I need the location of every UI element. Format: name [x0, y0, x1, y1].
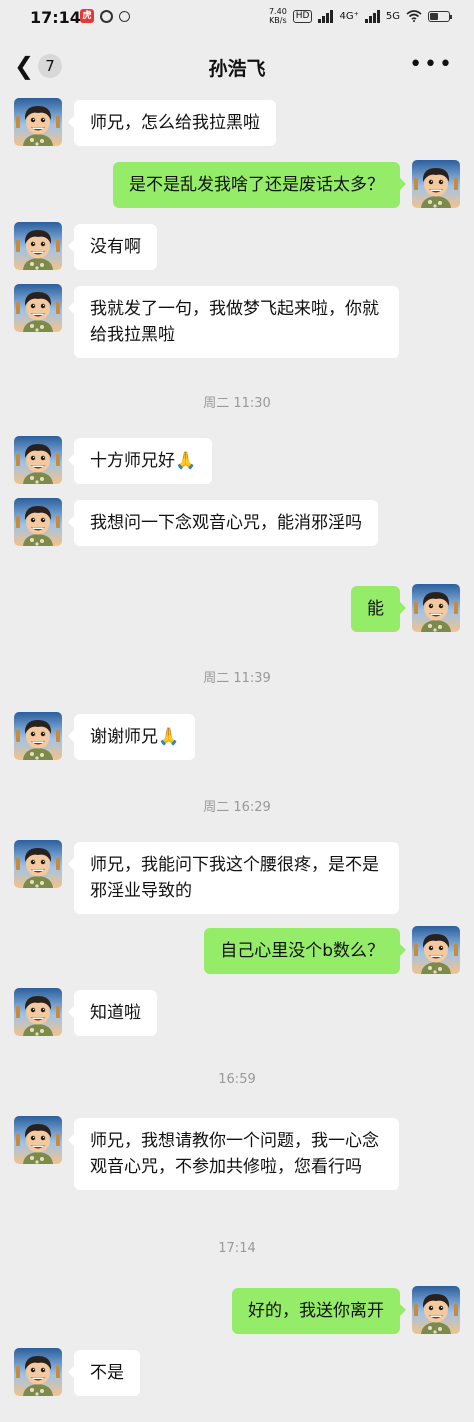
- avatar[interactable]: [14, 498, 62, 546]
- network-speed: 7.40 KB/s: [269, 7, 287, 25]
- message-bubble[interactable]: 师兄，我想请教你一个问题，我一心念观音心咒，不参加共修啦，您看行吗: [68, 1118, 399, 1190]
- avatar[interactable]: [412, 160, 460, 208]
- timestamp: 16:59: [218, 1072, 256, 1087]
- message-bubble[interactable]: 我想问一下念观音心咒，能消邪淫吗: [68, 500, 378, 546]
- battery-level: [430, 12, 438, 20]
- avatar[interactable]: [14, 988, 62, 1036]
- avatar[interactable]: [412, 584, 460, 632]
- network-speed-value: 7.40: [268, 7, 287, 16]
- message-bubble[interactable]: 师兄，我能问下我这个腰很疼，是不是邪淫业导致的: [68, 842, 399, 914]
- status-notification-icons: 虎: [80, 9, 130, 23]
- message-bubble[interactable]: 知道啦: [68, 990, 157, 1036]
- status-time: 17:14: [30, 8, 81, 27]
- signal-icon: [318, 9, 334, 23]
- message-bubble[interactable]: 没有啊: [68, 224, 157, 270]
- message-bubble[interactable]: 师兄，怎么给我拉黑啦: [68, 100, 276, 146]
- message-bubble[interactable]: 能: [351, 586, 406, 632]
- chat-area[interactable]: 师兄，怎么给我拉黑啦 是不是乱发我啥了还是废话太多？ 没有啊 我就发了一句，我做…: [0, 96, 474, 1422]
- network-type-4g: 4G⁺: [339, 10, 359, 22]
- contact-name: 孙浩飞: [208, 58, 266, 80]
- timestamp: 周二 11:30: [203, 396, 271, 411]
- message-bubble[interactable]: 是不是乱发我啥了还是废话太多？: [113, 162, 406, 208]
- avatar[interactable]: [14, 1116, 62, 1164]
- message-bubble[interactable]: 十方师兄好🙏: [67, 438, 213, 484]
- message-bubble[interactable]: 不是: [68, 1350, 140, 1396]
- app-notification-icon: 虎: [80, 9, 94, 23]
- avatar[interactable]: [14, 222, 62, 270]
- timestamp: 17:14: [218, 1241, 256, 1256]
- avatar[interactable]: [14, 712, 62, 760]
- status-bar: 17:14 虎 7.40 KB/s HD 4G⁺ 5G: [0, 0, 474, 36]
- more-dots-icon[interactable]: •••: [409, 54, 454, 76]
- avatar[interactable]: [14, 1348, 62, 1396]
- avatar[interactable]: [14, 840, 62, 888]
- timestamp: 周二 16:29: [203, 800, 271, 815]
- wifi-icon: [406, 10, 422, 22]
- timestamp: 周二 11:39: [203, 671, 271, 686]
- network-speed-unit: KB/s: [269, 16, 287, 25]
- message-bubble[interactable]: 谢谢师兄🙏: [67, 714, 196, 760]
- network-type-5g: 5G: [385, 10, 400, 22]
- message-bubble[interactable]: 好的，我送你离开: [232, 1288, 406, 1334]
- avatar[interactable]: [14, 436, 62, 484]
- avatar[interactable]: [14, 284, 62, 332]
- alarm-icon: [100, 9, 113, 23]
- avatar[interactable]: [412, 1286, 460, 1334]
- signal-icon-2: [364, 9, 380, 23]
- message-bubble[interactable]: 自己心里没个b数么？: [204, 928, 406, 974]
- hd-icon: HD: [292, 9, 313, 23]
- battery-icon: [428, 10, 452, 22]
- chat-header: ❮ 7 孙浩飞 •••: [0, 36, 474, 96]
- sync-icon: [119, 10, 130, 22]
- message-bubble[interactable]: 我就发了一句，我做梦飞起来啦，你就给我拉黑啦: [68, 286, 399, 358]
- avatar[interactable]: [14, 98, 62, 146]
- status-system-icons: 7.40 KB/s HD 4G⁺ 5G: [269, 7, 452, 25]
- avatar[interactable]: [412, 926, 460, 974]
